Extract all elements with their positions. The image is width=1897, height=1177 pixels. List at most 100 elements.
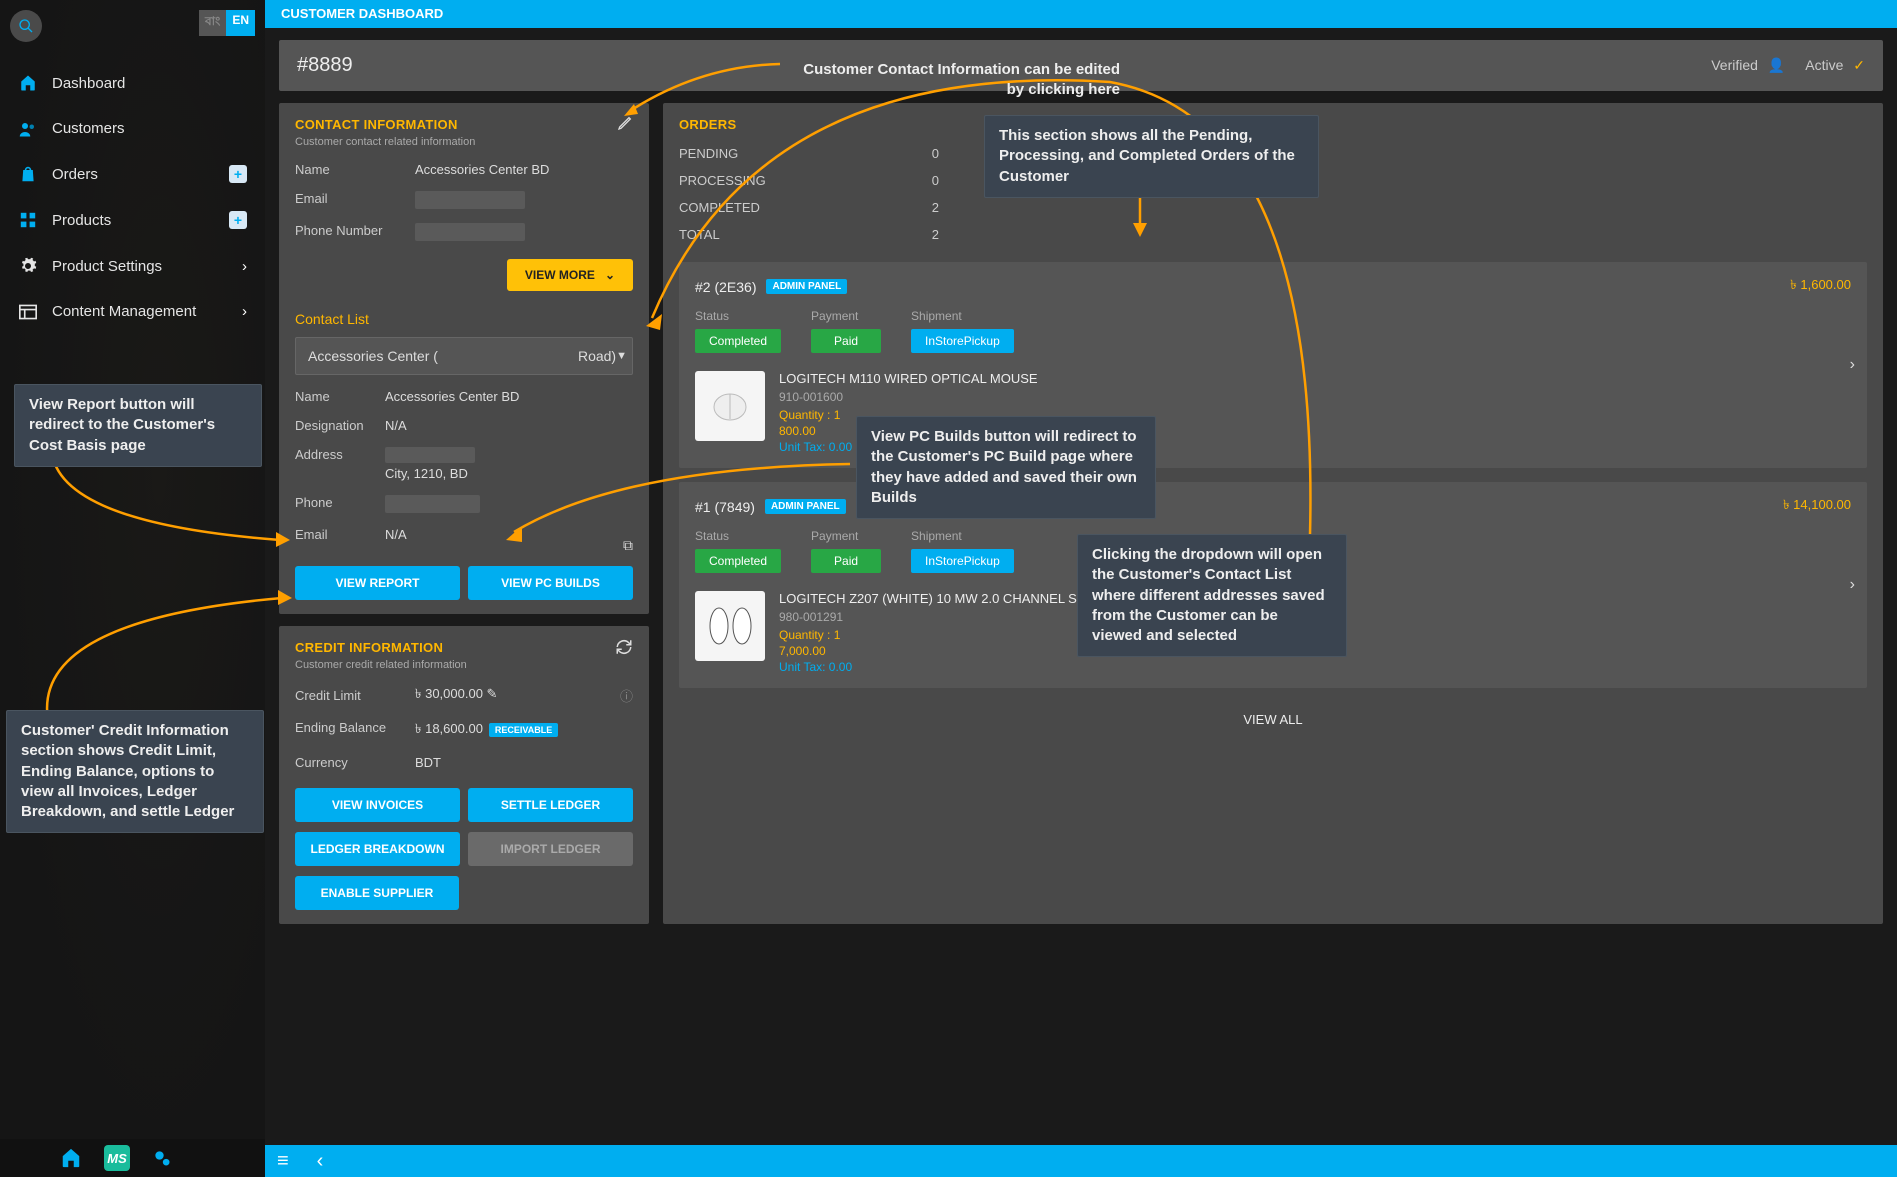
- info-icon[interactable]: ⓘ: [620, 686, 633, 705]
- field-label: Address: [295, 447, 385, 481]
- field-label: Name: [295, 389, 385, 404]
- enable-supplier-button[interactable]: ENABLE SUPPLIER: [295, 876, 459, 910]
- sidebar-item-content-management[interactable]: Content Management ›: [0, 289, 265, 334]
- field-value: ৳ 18,600.00RECEIVABLE: [415, 720, 633, 741]
- sidebar-item-customers[interactable]: Customers: [0, 106, 265, 151]
- nav: Dashboard Customers Orders + Products + …: [0, 60, 265, 334]
- refresh-button[interactable]: [615, 638, 633, 656]
- lang-bn[interactable]: বাং: [199, 10, 226, 36]
- payment-pill: Paid: [811, 549, 881, 573]
- contact-list-title: Contact List: [295, 311, 633, 327]
- import-ledger-button[interactable]: IMPORT LEDGER: [468, 832, 633, 866]
- order-tag: ADMIN PANEL: [765, 499, 846, 514]
- view-report-button[interactable]: VIEW REPORT: [295, 566, 460, 600]
- language-toggle[interactable]: বাং EN: [199, 10, 255, 36]
- credit-info-card: CREDIT INFORMATION Customer credit relat…: [279, 626, 649, 924]
- field-label: Currency: [295, 755, 415, 770]
- add-icon[interactable]: +: [229, 165, 247, 183]
- nav-label: Orders: [52, 166, 98, 183]
- pencil-icon: [617, 115, 633, 131]
- order-number: #2 (2E36): [695, 279, 756, 295]
- product-thumb: [695, 371, 765, 441]
- lang-en[interactable]: EN: [226, 10, 255, 36]
- sidebar-item-products[interactable]: Products +: [0, 197, 265, 243]
- contact-list-dropdown[interactable]: Accessories Center ( Road) ▼: [295, 337, 633, 375]
- product-sku: 910-001600: [779, 390, 1038, 404]
- field-value: Accessories Center BD: [385, 389, 633, 404]
- card-title: CREDIT INFORMATION: [295, 640, 633, 655]
- sidebar-item-product-settings[interactable]: Product Settings ›: [0, 243, 265, 289]
- callout-credit: Customer' Credit Information section sho…: [6, 710, 264, 833]
- receivable-tag: RECEIVABLE: [489, 723, 558, 737]
- view-all-button[interactable]: VIEW ALL: [679, 712, 1867, 727]
- field-label: Ending Balance: [295, 720, 415, 741]
- card-title: CONTACT INFORMATION: [295, 117, 633, 132]
- edit-contact-button[interactable]: [617, 115, 633, 131]
- chevron-right-icon[interactable]: ›: [1850, 576, 1855, 594]
- field-value: N/A: [385, 527, 633, 542]
- menu-icon[interactable]: ≡: [277, 1150, 289, 1173]
- search-button[interactable]: [10, 10, 42, 42]
- order-price: ৳ 14,100.00: [1783, 496, 1851, 517]
- callout-report: View Report button will redirect to the …: [14, 384, 262, 467]
- ms-logo[interactable]: MS: [104, 1145, 130, 1171]
- verified-badge: Verified 👤: [1711, 57, 1785, 74]
- home-footer-icon[interactable]: [60, 1147, 82, 1169]
- back-icon[interactable]: ‹: [317, 1150, 324, 1173]
- nav-label: Products: [52, 212, 111, 229]
- nav-label: Customers: [52, 120, 125, 137]
- orders-summary-row: PROCESSING0: [679, 167, 939, 194]
- nav-label: Content Management: [52, 303, 196, 320]
- shipment-pill: InStorePickup: [911, 549, 1014, 573]
- layout-icon: [18, 304, 38, 320]
- copy-button[interactable]: ⧉: [623, 537, 633, 554]
- gear-icon: [18, 257, 38, 275]
- chevron-right-icon: ›: [242, 258, 247, 275]
- product-tax: Unit Tax: 0.00: [779, 660, 1138, 674]
- users-icon: [18, 121, 38, 137]
- sidebar-footer: MS: [0, 1139, 265, 1177]
- payment-pill: Paid: [811, 329, 881, 353]
- bag-icon: [18, 165, 38, 183]
- nav-label: Dashboard: [52, 75, 125, 92]
- chevron-down-icon: ⌄: [605, 268, 615, 282]
- home-icon: [18, 74, 38, 92]
- field-value: ৳ 30,000.00 ✎: [415, 685, 620, 706]
- product-name: LOGITECH M110 WIRED OPTICAL MOUSE: [779, 371, 1038, 386]
- field-value: City, 1210, BD: [385, 447, 633, 481]
- view-pc-builds-button[interactable]: VIEW PC BUILDS: [468, 566, 633, 600]
- callout-dropdown: Clicking the dropdown will open the Cust…: [1077, 534, 1347, 657]
- orders-card: ORDERS PENDING0 PROCESSING0 COMPLETED2 T…: [663, 103, 1883, 924]
- sidebar: বাং EN Dashboard Customers Orders + Prod…: [0, 0, 265, 1177]
- orders-summary-row: PENDING0: [679, 140, 939, 167]
- topbar: CUSTOMER DASHBOARD: [265, 0, 1897, 28]
- view-more-button[interactable]: VIEW MORE⌄: [507, 259, 633, 291]
- add-icon[interactable]: +: [229, 211, 247, 229]
- contact-info-card: CONTACT INFORMATION Customer contact rel…: [279, 103, 649, 614]
- order-number: #1 (7849): [695, 499, 755, 515]
- field-label: Designation: [295, 418, 385, 433]
- callout-pcbuilds: View PC Builds button will redirect to t…: [856, 416, 1156, 519]
- masked-value: [385, 495, 480, 513]
- nav-label: Product Settings: [52, 258, 162, 275]
- order-price: ৳ 1,600.00: [1790, 276, 1851, 297]
- field-label: Email: [295, 527, 385, 542]
- field-label: Phone Number: [295, 223, 415, 241]
- orders-summary-row: COMPLETED2: [679, 194, 939, 221]
- settings-footer-icon[interactable]: [152, 1148, 172, 1168]
- refresh-icon: [615, 638, 633, 656]
- masked-value: [415, 223, 525, 241]
- field-label: Name: [295, 162, 415, 177]
- chevron-right-icon[interactable]: ›: [1850, 356, 1855, 374]
- sidebar-item-dashboard[interactable]: Dashboard: [0, 60, 265, 106]
- sidebar-item-orders[interactable]: Orders +: [0, 151, 265, 197]
- settle-ledger-button[interactable]: SETTLE LEDGER: [468, 788, 633, 822]
- callout-orders: This section shows all the Pending, Proc…: [984, 115, 1319, 198]
- card-subtitle: Customer contact related information: [295, 136, 633, 148]
- customer-id: #8889: [297, 54, 353, 77]
- active-badge: Active ✓: [1805, 57, 1865, 74]
- view-invoices-button[interactable]: VIEW INVOICES: [295, 788, 460, 822]
- edit-credit-icon[interactable]: ✎: [487, 686, 498, 701]
- ledger-breakdown-button[interactable]: LEDGER BREAKDOWN: [295, 832, 460, 866]
- orders-summary-row: TOTAL2: [679, 221, 939, 248]
